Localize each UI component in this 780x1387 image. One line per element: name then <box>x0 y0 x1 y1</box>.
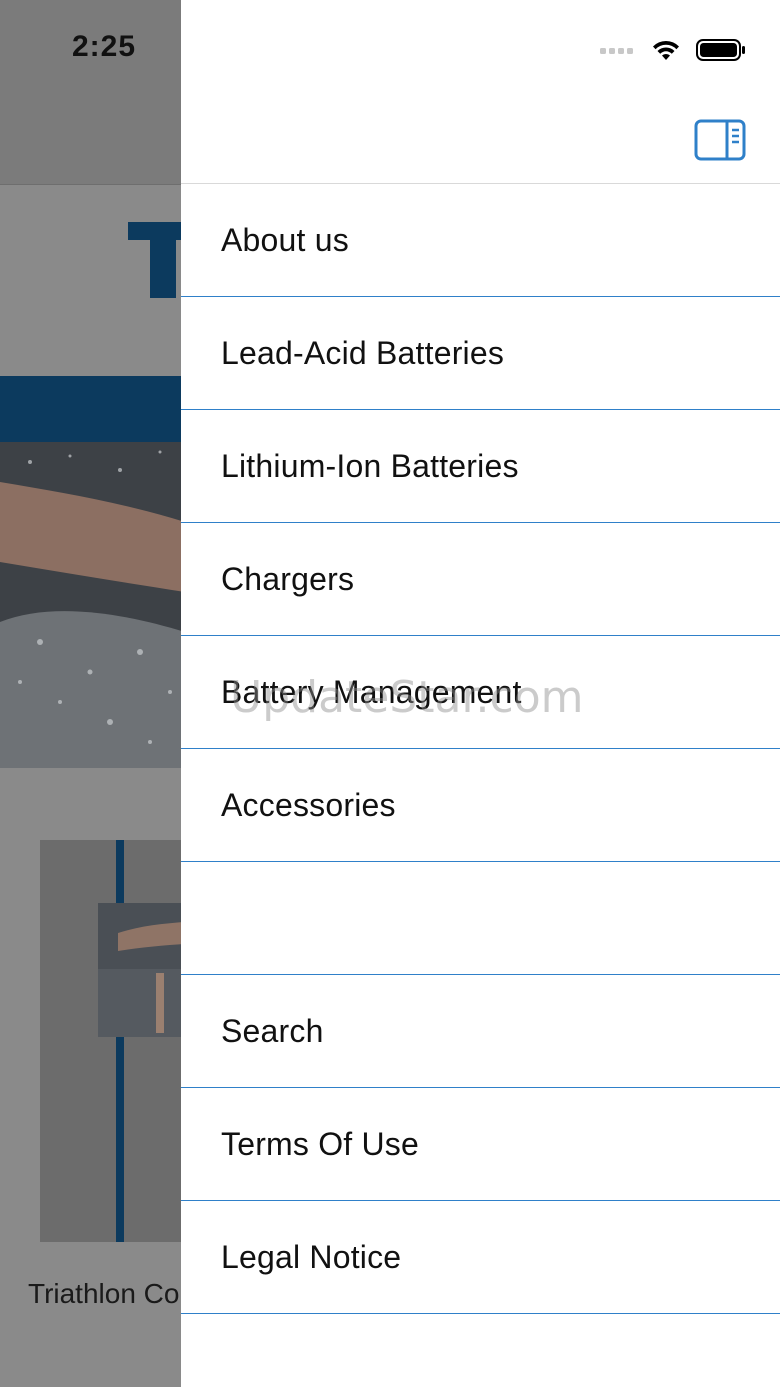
menu-item-lithium-ion-batteries[interactable]: Lithium-Ion Batteries <box>181 410 780 523</box>
menu-item-legal-notice[interactable]: Legal Notice <box>181 1201 780 1314</box>
cellular-signal-icon <box>600 48 633 54</box>
menu-item-label: Chargers <box>221 560 355 597</box>
menu-item-label: Battery Management <box>221 673 522 710</box>
sidebar-toggle-icon <box>694 119 746 161</box>
menu-item-terms-of-use[interactable]: Terms Of Use <box>181 1088 780 1201</box>
menu-item-about-us[interactable]: About us <box>181 184 780 297</box>
sidebar-toggle-button[interactable] <box>694 119 746 161</box>
menu-item-chargers[interactable]: Chargers <box>181 523 780 636</box>
menu-item-label: Terms Of Use <box>221 1125 419 1162</box>
menu-item-label: Accessories <box>221 786 396 823</box>
menu-item-label: Lithium-Ion Batteries <box>221 447 519 484</box>
wifi-icon <box>653 40 679 60</box>
side-drawer: About us Lead-Acid Batteries Lithium-Ion… <box>181 0 780 1387</box>
menu-item-battery-management[interactable]: Battery Management <box>181 636 780 749</box>
menu-item-label: Lead-Acid Batteries <box>221 334 505 371</box>
menu-item-label: Search <box>221 1012 324 1049</box>
menu-item-blank[interactable] <box>181 862 780 975</box>
status-icons <box>600 36 746 64</box>
background-card-caption: Triathlon Cor <box>28 1278 189 1309</box>
menu-item-search[interactable]: Search <box>181 975 780 1088</box>
menu-item-label: Legal Notice <box>221 1238 402 1275</box>
status-time: 2:25 <box>72 30 137 63</box>
drawer-menu: About us Lead-Acid Batteries Lithium-Ion… <box>181 184 780 1314</box>
battery-icon <box>696 39 745 61</box>
menu-item-accessories[interactable]: Accessories <box>181 749 780 862</box>
background-card-accent <box>116 840 124 1242</box>
menu-item-label: About us <box>221 221 349 258</box>
menu-item-lead-acid-batteries[interactable]: Lead-Acid Batteries <box>181 297 780 410</box>
